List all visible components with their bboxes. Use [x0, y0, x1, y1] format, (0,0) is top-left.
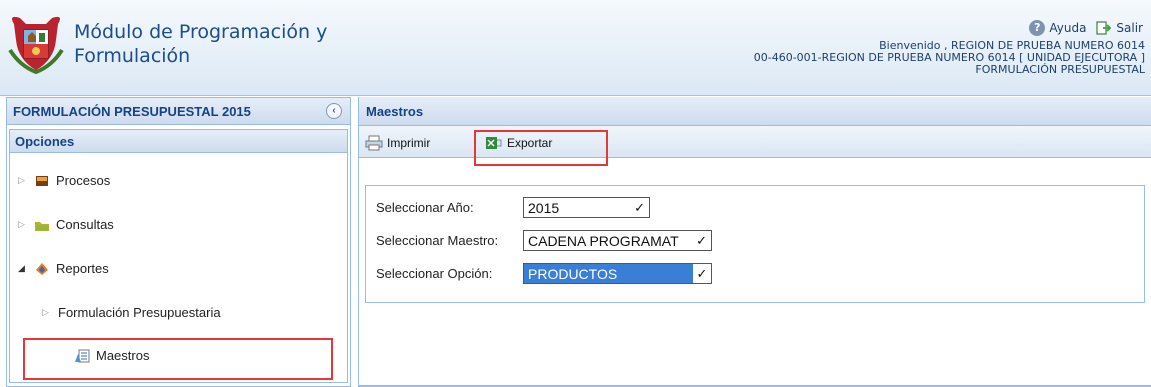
- collapse-sidebar-icon[interactable]: ‹: [326, 103, 342, 119]
- option-select[interactable]: PRODUCTOS ✓: [523, 263, 712, 284]
- peru-coat-of-arms-logo: [8, 16, 64, 74]
- maestros-highlight-frame: [23, 338, 333, 380]
- option-value: PRODUCTOS: [528, 265, 618, 282]
- sidebar-item-procesos[interactable]: ▷ Procesos: [18, 173, 110, 188]
- help-label: Ayuda: [1049, 21, 1087, 35]
- app-title-line1: Módulo de Programación y: [74, 21, 328, 43]
- expand-arrow-icon[interactable]: ▷: [42, 307, 52, 318]
- collapse-arrow-icon[interactable]: ◢: [18, 263, 28, 274]
- option-row: Seleccionar Opción: PRODUCTOS ✓: [376, 263, 712, 284]
- option-label: Seleccionar Opción:: [376, 266, 493, 281]
- master-label: Seleccionar Maestro:: [376, 233, 499, 248]
- master-form: Seleccionar Año: 2015 ✓ Seleccionar Maes…: [365, 185, 1145, 303]
- app-header: Módulo de Programación y Formulación ? A…: [0, 0, 1151, 96]
- sidebar-title: FORMULACIÓN PRESUPUESTAL 2015 ‹: [7, 98, 350, 125]
- top-links: ? Ayuda Salir: [1029, 20, 1143, 36]
- chevron-down-icon: ✓: [634, 200, 645, 215]
- folder-book-icon: [36, 175, 48, 186]
- exit-link[interactable]: Salir: [1096, 21, 1143, 35]
- chevron-down-icon: ✓: [696, 233, 707, 248]
- sidebar-title-text: FORMULACIÓN PRESUPUESTAL 2015: [13, 104, 251, 119]
- module-context-text: FORMULACIÓN PRESUPUESTAL: [975, 63, 1145, 76]
- print-button[interactable]: Imprimir: [365, 135, 430, 151]
- user-info: Bienvenido , REGION DE PRUEBA NUMERO 601…: [754, 40, 1145, 76]
- printer-icon: [365, 135, 383, 151]
- chevron-down-icon: ✓: [693, 264, 711, 283]
- help-link[interactable]: ? Ayuda: [1029, 20, 1086, 36]
- year-select[interactable]: 2015 ✓: [523, 197, 650, 218]
- sidebar-item-formulacion-presupuestaria[interactable]: ▷ Formulación Presupuestaria: [42, 305, 221, 320]
- main-title: Maestros: [359, 97, 1151, 126]
- sidebar-item-label: Consultas: [56, 217, 114, 232]
- sidebar-item-label: Procesos: [56, 173, 111, 188]
- year-value: 2015: [528, 199, 560, 216]
- help-icon: ?: [1029, 20, 1046, 36]
- print-label: Imprimir: [387, 136, 431, 150]
- exit-icon: [1096, 21, 1112, 35]
- options-header[interactable]: Opciones: [10, 130, 347, 153]
- folder-search-icon: [35, 221, 49, 231]
- expand-arrow-icon[interactable]: ▷: [18, 219, 28, 230]
- reports-icon: [36, 262, 48, 275]
- year-label: Seleccionar Año:: [376, 200, 474, 215]
- sidebar-item-label: Reportes: [56, 261, 109, 276]
- export-highlight-frame: [474, 130, 608, 166]
- sidebar-item-reportes[interactable]: ◢ Reportes: [18, 261, 109, 276]
- sidebar-item-consultas[interactable]: ▷ Consultas: [18, 217, 114, 232]
- master-select[interactable]: CADENA PROGRAMAT ✓: [523, 230, 712, 251]
- app-title-line2: Formulación: [74, 45, 191, 67]
- app-title: Módulo de Programación y Formulación: [74, 20, 327, 68]
- master-value: CADENA PROGRAMAT: [528, 232, 679, 249]
- exit-label: Salir: [1116, 21, 1143, 35]
- master-row: Seleccionar Maestro: CADENA PROGRAMAT ✓: [376, 230, 712, 251]
- year-row: Seleccionar Año: 2015 ✓: [376, 197, 650, 218]
- expand-arrow-icon[interactable]: ▷: [18, 175, 28, 186]
- sidebar-item-label: Formulación Presupuestaria: [58, 305, 221, 320]
